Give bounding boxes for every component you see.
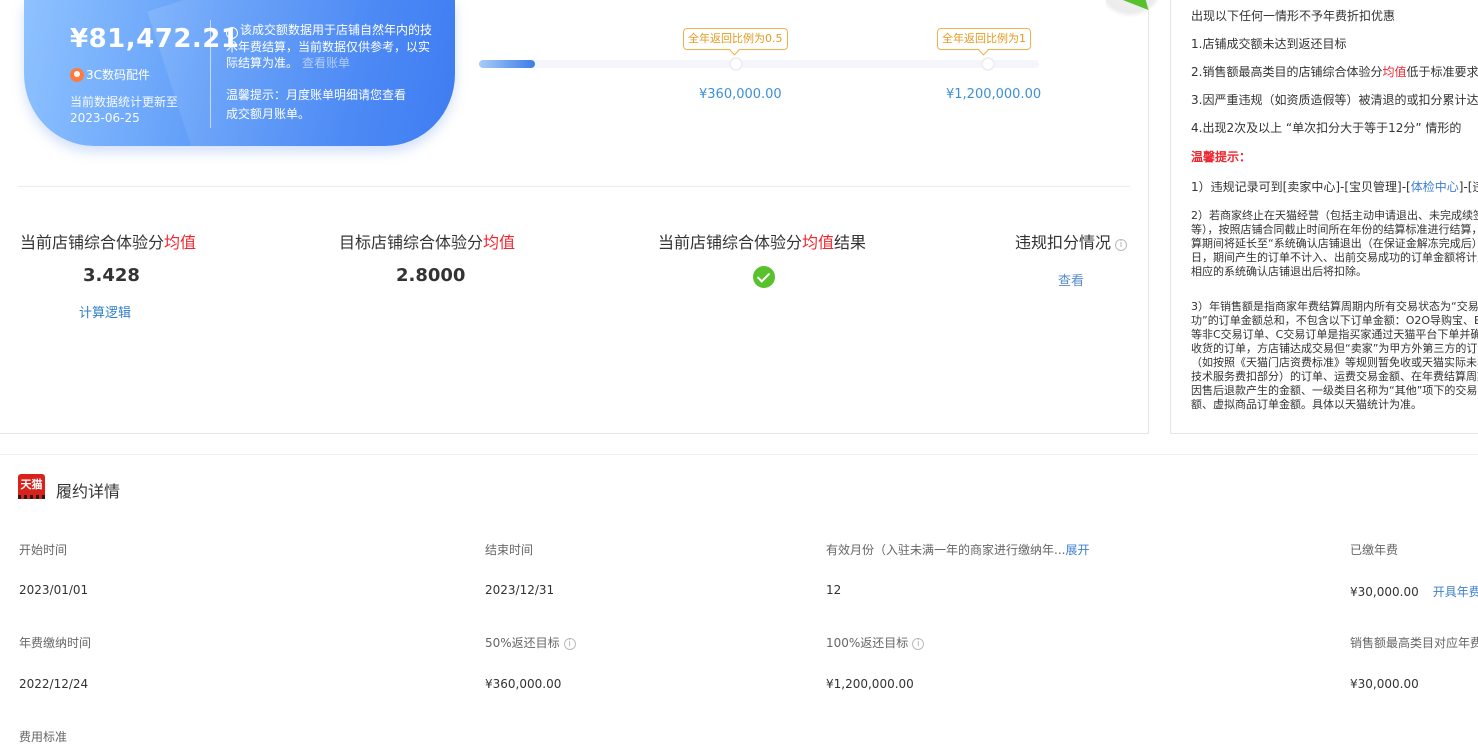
return-progress-fill [479,60,535,68]
section-divider [18,186,1130,187]
sales-amount-card: ¥81,472.21 3C数码配件 当前数据统计更新至 2023-06-25 i… [24,0,455,146]
top-category-fee-value: ¥30,000.00 [1350,677,1419,691]
rule-4: 4.出现2次及以上 “单次扣分大于等于12分” 情形的 [1191,121,1462,135]
milestone-amount-2: ¥1,200,000.00 [946,87,1042,102]
info-icon[interactable]: i [912,638,925,650]
start-time-value: 2023/01/01 [19,583,89,597]
milestone-dot-1 [729,57,743,71]
calc-logic-link[interactable]: 计算逻辑 [79,302,131,321]
top-category-fee-label: 销售额最高类目对应年费 [1350,636,1478,650]
target-100-label: 100%返还目标 i [826,634,925,651]
category-label: 3C数码配件 [70,66,150,83]
rules-panel: 出现以下任何一情形不予年费折扣优惠 1.店铺成交额未达到返还目标 2.销售额最高… [1170,0,1478,434]
metric-score-result-label: 当前店铺综合体验分均值结果 [658,233,867,252]
target-50-value: ¥360,000.00 [485,677,562,691]
valid-months-label: 有效月份（入驻未满一年的商家进行缴纳年...展开 [826,543,1090,557]
view-bill-link[interactable]: 查看账单 [302,56,350,70]
card-divider [210,20,211,128]
metric-current-score-value: 3.428 [83,265,140,286]
paid-fee-value: ¥30,000.00开具年费收据 [1350,583,1478,600]
issue-receipt-link[interactable]: 开具年费收据 [1433,585,1478,599]
milestone-tag-2: 全年返回比例为1 [937,28,1031,50]
rules-intro: 出现以下任何一情形不予年费折扣优惠 [1191,9,1396,23]
rule-3: 3.因严重违规（如资质造假等）被清退的或扣分累计达 [1191,93,1478,107]
info-icon[interactable]: i [1115,239,1128,251]
fee-paid-time-label: 年费缴纳时间 [19,636,92,650]
fee-standard-label: 费用标准 [19,730,68,744]
pass-check-icon [753,266,775,288]
update-date: 当前数据统计更新至 2023-06-25 [70,94,220,126]
sales-amount: ¥81,472.21 [70,24,240,54]
tip-3: 3）年销售额是指商家年费结算周期内所有交易状态为“交易成功”的订单金额总和，不包… [1191,300,1478,411]
view-violations-link[interactable]: 查看 [1058,270,1084,289]
paid-fee-label: 已缴年费 [1350,543,1399,557]
tip-1: 1）违规记录可到[卖家中心]-[宝贝管理]-[体检中心]-[违 [1191,180,1478,194]
valid-months-value: 12 [826,583,842,597]
fee-paid-time-value: 2022/12/24 [19,677,89,691]
category-text: 3C数码配件 [86,68,151,82]
card-tip: 温馨提示：月度账单明细请您查看成交额月账单。 [226,88,407,121]
milestone-amount-1: ¥360,000.00 [699,87,782,102]
return-progress-bar [479,60,1039,68]
milestone-dot-2 [981,57,995,71]
health-center-link[interactable]: 体检中心 [1411,180,1459,194]
rule-1: 1.店铺成交额未达到返还目标 [1191,37,1347,51]
target-50-label: 50%返还目标 i [485,634,576,651]
annual-fee-summary-panel: ¥81,472.21 3C数码配件 当前数据统计更新至 2023-06-25 i… [0,0,1149,434]
tip-2: 2）若商家终止在天猫经营（包括主动申请退出、未完成续签等），按照店铺合同截止时间… [1191,209,1478,278]
target-100-value: ¥1,200,000.00 [826,677,914,691]
info-icon[interactable]: i [563,638,576,650]
fulfillment-title: 履约详情 [56,482,121,501]
metric-violation-label: 违规扣分情况 i [1015,229,1128,253]
metric-current-score-label: 当前店铺综合体验分均值 [20,233,197,252]
section-separator [0,454,1478,455]
expand-link[interactable]: 展开 [1065,543,1089,557]
start-time-label: 开始时间 [19,543,68,557]
card-note: i 该成交额数据用于店铺自然年内的技术年费结算，当前数据仅供参考，以实际结算为准。… [226,22,432,71]
info-icon: i [226,27,238,39]
update-text: 当前数据统计更新至 [70,95,179,109]
milestone-tag-1: 全年返回比例为0.5 [683,28,788,50]
metric-target-score-value: 2.8000 [396,265,466,286]
end-time-label: 结束时间 [485,543,534,557]
category-icon [70,67,84,82]
update-date-value: 2023-06-25 [70,111,140,125]
rule-2: 2.销售额最高类目的店铺综合体验分均值低于标准要求 [1191,65,1478,79]
tips-title: 温馨提示： [1191,150,1252,164]
tmall-logo: 天猫 [18,474,45,499]
metric-target-score-label: 目标店铺综合体验分均值 [339,233,516,252]
end-time-value: 2023/12/31 [485,583,555,597]
